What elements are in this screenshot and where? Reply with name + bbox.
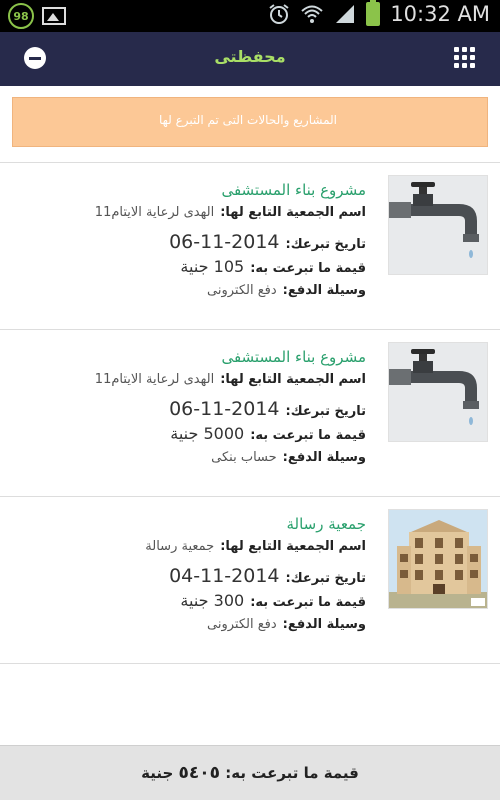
date-value: 06-11-2014 — [169, 231, 280, 253]
amount-label: قيمة ما تبرعت به: — [250, 595, 366, 610]
method-label: وسيلة الدفع: — [282, 450, 366, 465]
date-value: 04-11-2014 — [169, 565, 280, 587]
amount-value: 105 جنية — [180, 257, 245, 276]
donation-title: مشروع بناء المستشفى — [221, 348, 366, 366]
donation-info: جمعية رسالة اسم الجمعية التابع لها: جمعي… — [6, 515, 366, 643]
list-item[interactable]: مشروع بناء المستشفى اسم الجمعية التابع ل… — [0, 330, 500, 496]
org-row: اسم الجمعية التابع لها: جمعية رسالة — [6, 539, 366, 565]
total-currency: جنية — [141, 764, 174, 782]
list-item[interactable]: مشروع بناء المستشفى اسم الجمعية التابع ل… — [0, 163, 500, 329]
divider — [0, 663, 500, 664]
banner-text: المشاريع والحالات التى تم التبرع لها — [158, 113, 337, 127]
org-value: الهدى لرعاية الايتام11 — [94, 205, 215, 220]
signal-icon — [336, 5, 355, 23]
amount-label: قيمة ما تبرعت به: — [250, 261, 366, 276]
amount-value: 300 جنية — [180, 591, 245, 610]
list-item[interactable]: جمعية رسالة اسم الجمعية التابع لها: جمعي… — [0, 497, 500, 663]
date-row: تاريخ تبرعك: 06-11-2014 — [6, 398, 366, 424]
org-label: اسم الجمعية التابع لها: — [220, 539, 366, 554]
alarm-icon — [269, 4, 289, 24]
method-label: وسيلة الدفع: — [282, 283, 366, 298]
gallery-icon — [42, 7, 66, 25]
water-tap-image — [388, 342, 488, 442]
date-label: تاريخ تبرعك: — [285, 571, 366, 586]
donation-info: مشروع بناء المستشفى اسم الجمعية التابع ل… — [6, 181, 366, 309]
clock: 10:32 AM — [390, 2, 490, 26]
date-value: 06-11-2014 — [169, 398, 280, 420]
page-title: محفظتى — [214, 47, 286, 66]
method-row: وسيلة الدفع: حساب بنكى — [6, 450, 366, 476]
donation-info: مشروع بناء المستشفى اسم الجمعية التابع ل… — [6, 348, 366, 476]
battery-level-icon: 98 — [8, 3, 34, 29]
date-row: تاريخ تبرعك: 04-11-2014 — [6, 565, 366, 591]
water-tap-image — [388, 175, 488, 275]
total-text: قيمة ما تبرعت به: ٥٤٠٥ جنية — [0, 763, 500, 783]
donation-title: جمعية رسالة — [286, 515, 366, 533]
org-row: اسم الجمعية التابع لها: الهدى لرعاية الا… — [6, 205, 366, 231]
building-image — [388, 509, 488, 609]
method-row: وسيلة الدفع: دفع الكترونى — [6, 283, 366, 309]
method-row: وسيلة الدفع: دفع الكترونى — [6, 617, 366, 643]
total-amount: ٥٤٠٥ — [178, 763, 221, 783]
date-label: تاريخ تبرعك: — [285, 404, 366, 419]
amount-row: قيمة ما تبرعت به: 105 جنية — [6, 257, 366, 283]
org-row: اسم الجمعية التابع لها: الهدى لرعاية الا… — [6, 372, 366, 398]
amount-label: قيمة ما تبرعت به: — [250, 428, 366, 443]
section-banner: المشاريع والحالات التى تم التبرع لها — [12, 97, 488, 147]
amount-value: 5000 جنية — [170, 424, 245, 443]
method-value: دفع الكترونى — [207, 617, 277, 632]
grid-menu-icon[interactable] — [454, 47, 476, 69]
method-value: دفع الكترونى — [207, 283, 277, 298]
status-bar: 98 10:32 AM — [0, 0, 500, 32]
method-label: وسيلة الدفع: — [282, 617, 366, 632]
battery-icon — [366, 0, 381, 26]
method-value: حساب بنكى — [211, 450, 277, 465]
date-row: تاريخ تبرعك: 06-11-2014 — [6, 231, 366, 257]
org-label: اسم الجمعية التابع لها: — [220, 372, 366, 387]
status-right: 10:32 AM — [268, 0, 490, 26]
org-label: اسم الجمعية التابع لها: — [220, 205, 366, 220]
amount-row: قيمة ما تبرعت به: 300 جنية — [6, 591, 366, 617]
org-value: جمعية رسالة — [145, 539, 215, 554]
org-value: الهدى لرعاية الايتام11 — [94, 372, 215, 387]
wifi-icon — [301, 5, 323, 23]
donation-title: مشروع بناء المستشفى — [221, 181, 366, 199]
amount-row: قيمة ما تبرعت به: 5000 جنية — [6, 424, 366, 450]
total-label: قيمة ما تبرعت به: — [225, 764, 359, 782]
date-label: تاريخ تبرعك: — [285, 237, 366, 252]
total-footer: قيمة ما تبرعت به: ٥٤٠٥ جنية — [0, 745, 500, 800]
app-header: محفظتى — [0, 32, 500, 86]
status-left: 98 — [8, 3, 66, 29]
